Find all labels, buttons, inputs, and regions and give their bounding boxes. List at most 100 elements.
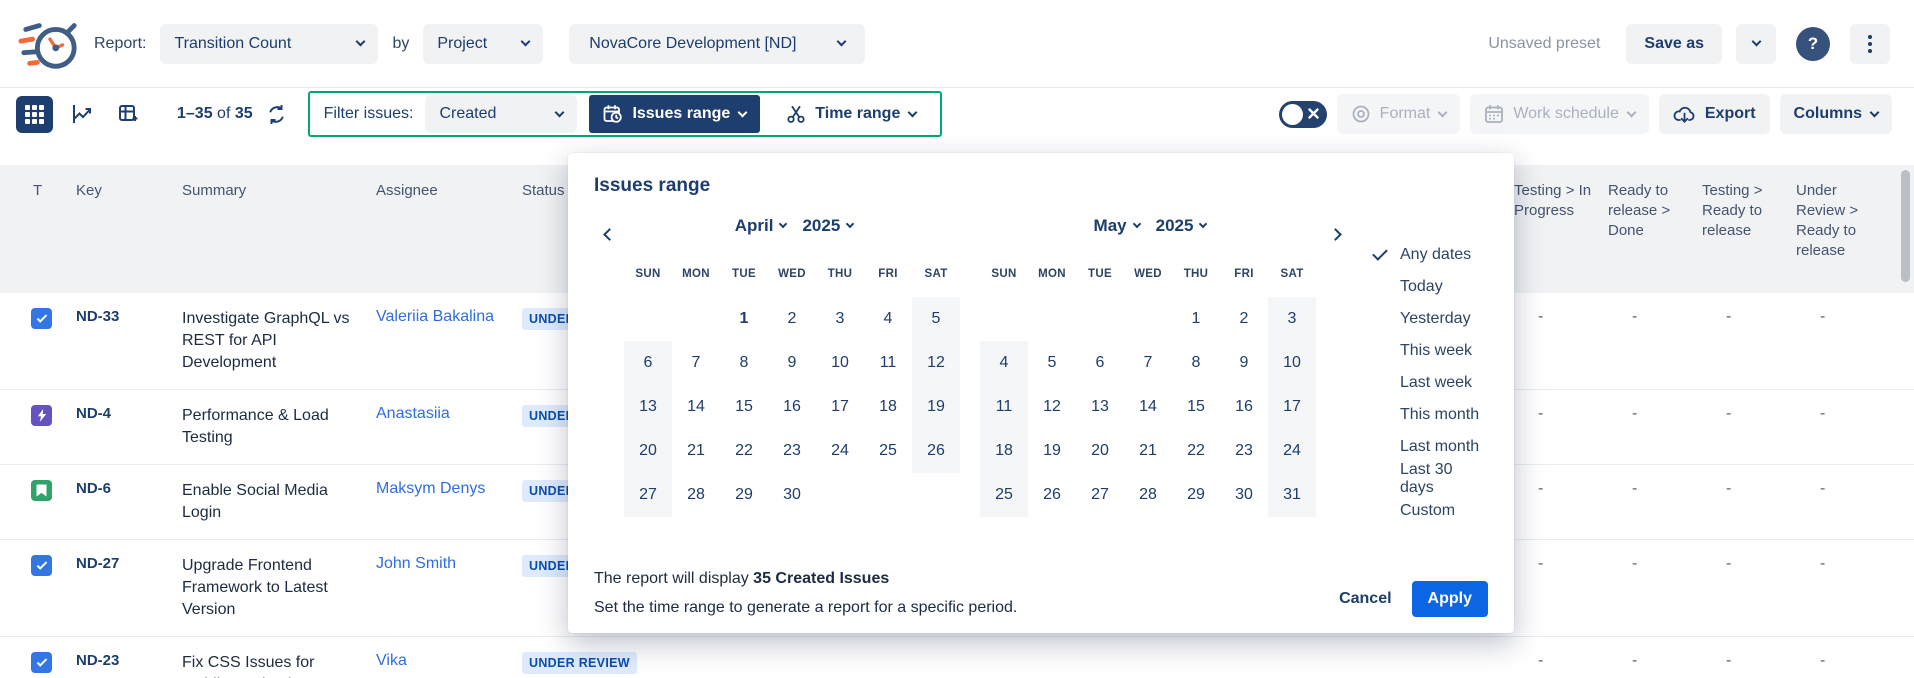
pivot-view-button[interactable] — [110, 96, 147, 133]
export-button[interactable]: Export — [1659, 94, 1770, 134]
calendar-day[interactable]: 29 — [720, 473, 768, 517]
calendar-day[interactable]: 17 — [816, 385, 864, 429]
year-select[interactable]: 2025 — [802, 216, 853, 236]
calendar-day[interactable]: 24 — [1268, 429, 1316, 473]
project-select[interactable]: NovaCore Development [ND] — [569, 24, 865, 64]
preset-option[interactable]: Last 30 days — [1370, 463, 1488, 495]
prev-month-button[interactable] — [594, 219, 624, 249]
calendar-day[interactable]: 8 — [720, 341, 768, 385]
preset-option[interactable]: Any dates — [1370, 239, 1488, 271]
next-month-button[interactable] — [1320, 219, 1350, 249]
preset-option[interactable]: Custom — [1370, 495, 1488, 527]
issue-summary[interactable]: Upgrade Frontend Framework to Latest Ver… — [182, 540, 376, 636]
calendar-day[interactable]: 10 — [816, 341, 864, 385]
calendar-day[interactable]: 31 — [1268, 473, 1316, 517]
calendar-day[interactable]: 15 — [1172, 385, 1220, 429]
calendar-day[interactable]: 25 — [864, 429, 912, 473]
calendar-day[interactable]: 5 — [1028, 341, 1076, 385]
issue-assignee[interactable]: Vika — [376, 637, 522, 678]
calendar-day[interactable]: 19 — [1028, 429, 1076, 473]
year-select[interactable]: 2025 — [1156, 216, 1207, 236]
group-by-select[interactable]: Project — [423, 24, 543, 64]
calendar-day[interactable]: 14 — [672, 385, 720, 429]
calendar-day[interactable]: 26 — [1028, 473, 1076, 517]
column-header-summary[interactable]: Summary — [182, 165, 376, 201]
calendar-day[interactable]: 2 — [1220, 297, 1268, 341]
calendar-day[interactable]: 17 — [1268, 385, 1316, 429]
issue-summary[interactable]: Fix CSS Issues for Mobile Navigation — [182, 637, 376, 678]
issue-summary[interactable]: Enable Social Media Login — [182, 465, 376, 539]
calendar-day[interactable]: 30 — [1220, 473, 1268, 517]
calendar-day[interactable]: 29 — [1172, 473, 1220, 517]
preset-option[interactable]: This month — [1370, 399, 1488, 431]
columns-button[interactable]: Columns — [1780, 94, 1892, 134]
issue-summary[interactable]: Performance & Load Testing — [182, 390, 376, 464]
column-header-assignee[interactable]: Assignee — [376, 165, 522, 201]
preset-option[interactable]: Yesterday — [1370, 303, 1488, 335]
chart-view-button[interactable] — [63, 96, 100, 133]
filter-issues-select[interactable]: Created — [425, 95, 577, 133]
calendar-day[interactable]: 25 — [980, 473, 1028, 517]
calendar-day[interactable]: 12 — [912, 341, 960, 385]
preset-option[interactable]: Today — [1370, 271, 1488, 303]
calendar-day[interactable]: 18 — [980, 429, 1028, 473]
calendar-day[interactable]: 10 — [1268, 341, 1316, 385]
calendar-day[interactable]: 6 — [1076, 341, 1124, 385]
calendar-day[interactable]: 11 — [980, 385, 1028, 429]
calendar-day[interactable]: 8 — [1172, 341, 1220, 385]
calendar-day[interactable]: 4 — [864, 297, 912, 341]
issue-assignee[interactable]: Valeriia Bakalina — [376, 293, 522, 341]
issue-key[interactable]: ND-6 — [76, 465, 182, 512]
calendar-day[interactable]: 24 — [816, 429, 864, 473]
calendar-day[interactable]: 4 — [980, 341, 1028, 385]
calendar-day[interactable]: 1 — [720, 297, 768, 341]
cancel-button[interactable]: Cancel — [1327, 581, 1403, 617]
calendar-day[interactable]: 13 — [624, 385, 672, 429]
calendar-day[interactable]: 26 — [912, 429, 960, 473]
save-as-button[interactable]: Save as — [1626, 24, 1722, 64]
calendar-day[interactable]: 6 — [624, 341, 672, 385]
help-button[interactable]: ? — [1796, 27, 1830, 61]
column-header-transition[interactable]: Under Review > Ready to release — [1796, 165, 1890, 261]
vertical-scrollbar[interactable] — [1901, 170, 1910, 282]
grid-view-button[interactable] — [16, 96, 53, 133]
report-type-select[interactable]: Transition Count — [160, 24, 378, 64]
calendar-day[interactable]: 28 — [672, 473, 720, 517]
time-range-button[interactable]: Time range — [772, 95, 930, 133]
preset-option[interactable]: This week — [1370, 335, 1488, 367]
format-button[interactable]: Format — [1337, 94, 1461, 134]
calendar-day[interactable]: 22 — [1172, 429, 1220, 473]
calendar-day[interactable]: 28 — [1124, 473, 1172, 517]
calendar-day[interactable]: 3 — [816, 297, 864, 341]
issue-assignee[interactable]: Maksym Denys — [376, 465, 522, 513]
calendar-day[interactable]: 9 — [768, 341, 816, 385]
month-select[interactable]: April — [735, 216, 787, 236]
calendar-day[interactable]: 27 — [1076, 473, 1124, 517]
calendar-day[interactable]: 14 — [1124, 385, 1172, 429]
issue-assignee[interactable]: John Smith — [376, 540, 522, 588]
issue-key[interactable]: ND-23 — [76, 637, 182, 678]
calendar-day[interactable]: 2 — [768, 297, 816, 341]
calendar-day[interactable]: 1 — [1172, 297, 1220, 341]
month-select[interactable]: May — [1094, 216, 1140, 236]
issue-assignee[interactable]: Anastasiia — [376, 390, 522, 438]
calendar-day[interactable]: 15 — [720, 385, 768, 429]
calendar-day[interactable]: 12 — [1028, 385, 1076, 429]
format-toggle[interactable] — [1279, 101, 1327, 128]
calendar-day[interactable]: 3 — [1268, 297, 1316, 341]
calendar-day[interactable]: 27 — [624, 473, 672, 517]
column-header-transition[interactable]: Ready to release > Done — [1608, 165, 1702, 241]
refresh-button[interactable] — [267, 105, 286, 124]
calendar-day[interactable]: 7 — [1124, 341, 1172, 385]
calendar-day[interactable]: 21 — [672, 429, 720, 473]
more-menu-button[interactable] — [1850, 24, 1890, 64]
calendar-day[interactable]: 20 — [1076, 429, 1124, 473]
column-header-transition[interactable]: Testing > In Progress — [1514, 165, 1608, 221]
issues-range-button[interactable]: Issues range — [589, 95, 760, 133]
preset-option[interactable]: Last week — [1370, 367, 1488, 399]
save-as-menu-button[interactable] — [1736, 24, 1776, 64]
issue-key[interactable]: ND-4 — [76, 390, 182, 437]
calendar-day[interactable]: 23 — [768, 429, 816, 473]
calendar-day[interactable]: 30 — [768, 473, 816, 517]
column-header-key[interactable]: Key — [76, 165, 182, 201]
